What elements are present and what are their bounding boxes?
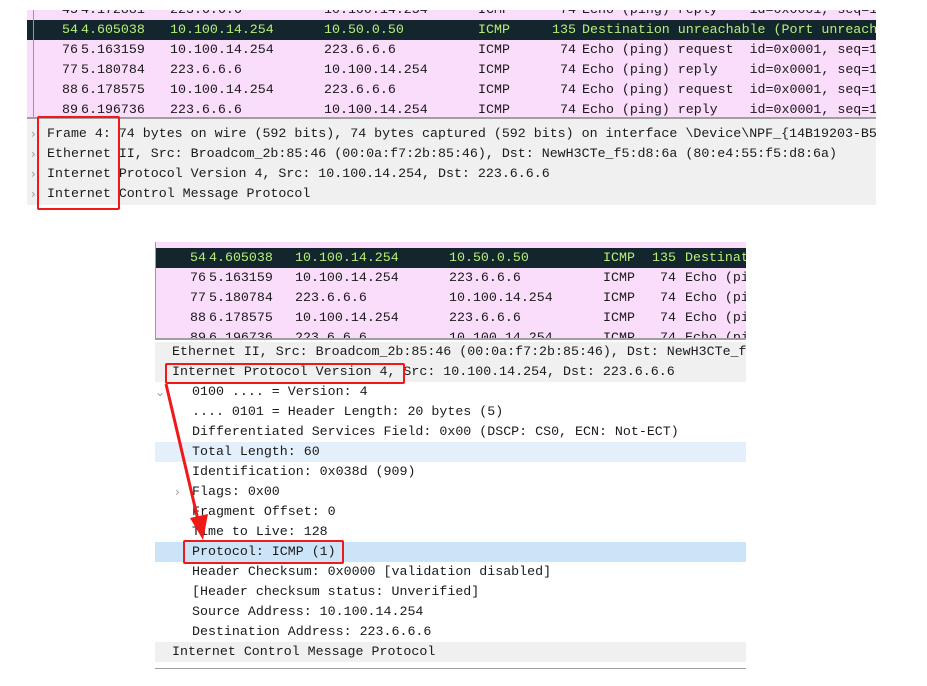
annotation-arrow [164, 383, 208, 540]
